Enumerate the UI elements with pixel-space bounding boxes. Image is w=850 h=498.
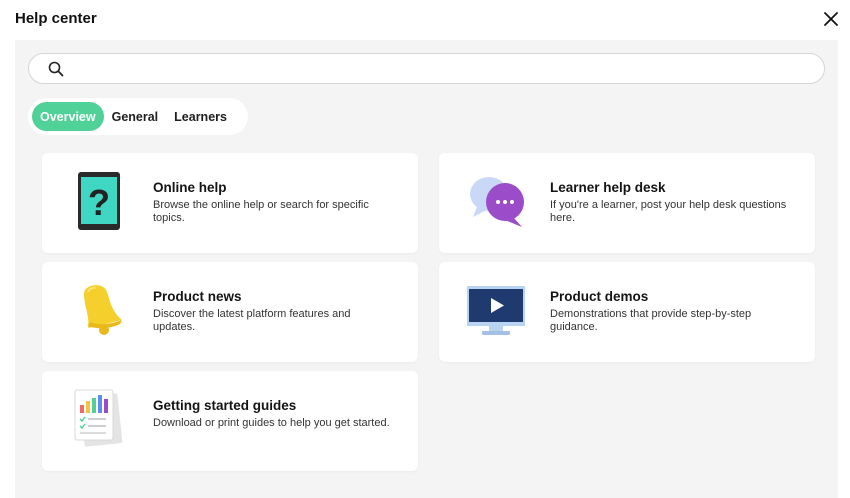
tab-bar: Overview General Learners xyxy=(28,98,248,135)
card-online-help[interactable]: ? Online help Browse the online help or … xyxy=(42,153,418,253)
close-button[interactable] xyxy=(822,10,840,28)
tab-learners[interactable]: Learners xyxy=(166,102,235,131)
card-description: Browse the online help or search for spe… xyxy=(153,199,369,224)
svg-text:?: ? xyxy=(88,182,110,223)
dialog-title: Help center xyxy=(15,10,97,27)
monitor-play-icon xyxy=(467,286,525,335)
card-product-news[interactable]: Product news Discover the latest platfor… xyxy=(42,262,418,362)
card-title: Learner help desk xyxy=(550,180,666,195)
tab-general[interactable]: General xyxy=(104,102,167,131)
help-center-panel: Overview General Learners ? Online help … xyxy=(15,40,838,498)
card-getting-started-guides[interactable]: Getting started guides Download or print… xyxy=(42,371,418,471)
card-title: Online help xyxy=(153,180,227,195)
search-bar xyxy=(28,53,825,84)
bell-icon xyxy=(84,285,122,335)
chat-bubbles-icon xyxy=(470,177,524,227)
close-icon xyxy=(824,12,838,26)
guide-document-icon xyxy=(74,389,123,447)
tab-overview[interactable]: Overview xyxy=(32,102,104,131)
search-icon xyxy=(48,61,64,77)
card-learner-help-desk[interactable]: Learner help desk If you're a learner, p… xyxy=(439,153,815,253)
tablet-question-icon: ? xyxy=(78,172,120,230)
card-description: Demonstrations that provide step-by-step… xyxy=(550,308,752,333)
card-product-demos[interactable]: Product demos Demonstrations that provid… xyxy=(439,262,815,362)
card-description: Download or print guides to help you get… xyxy=(153,417,390,429)
help-center-dialog: Help center Overview General Learners ? xyxy=(0,0,850,498)
card-title: Product demos xyxy=(550,289,649,304)
card-title: Getting started guides xyxy=(153,398,297,413)
card-description: Discover the latest platform features an… xyxy=(153,308,351,333)
card-title: Product news xyxy=(153,289,242,304)
card-description: If you're a learner, post your help desk… xyxy=(550,199,787,224)
search-input[interactable] xyxy=(75,57,810,81)
